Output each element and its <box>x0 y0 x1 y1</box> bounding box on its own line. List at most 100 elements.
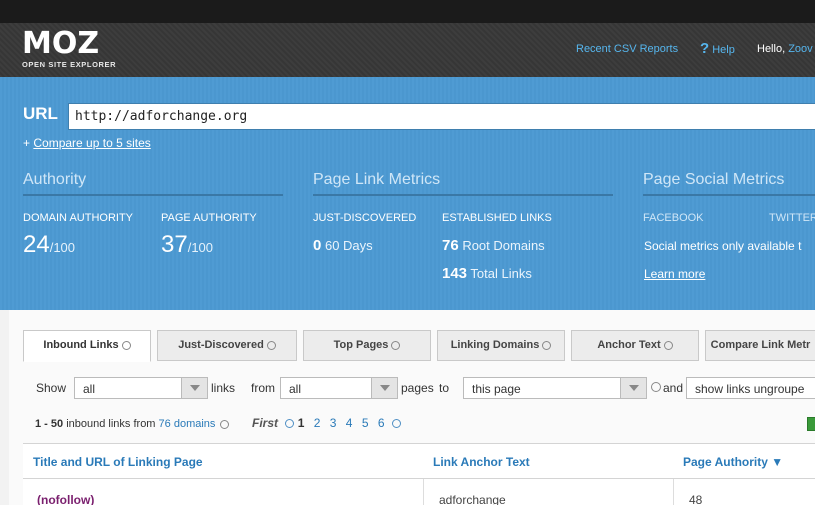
browser-top-strip <box>0 0 815 23</box>
tab-top-pages[interactable]: Top Pages <box>303 330 431 361</box>
link-type-select[interactable]: all <box>74 377 208 399</box>
domain-authority-value: 24/100 <box>23 231 75 259</box>
filter-to-label: to <box>439 381 450 395</box>
select-value: all <box>83 382 96 396</box>
just-discovered-label: JUST-DISCOVERED <box>313 212 417 224</box>
root-number: 76 <box>442 237 459 254</box>
established-links-label: ESTABLISHED LINKS <box>442 212 552 224</box>
pa-number: 37 <box>161 231 188 258</box>
compare-sites-link[interactable]: Compare up to 5 sites <box>33 136 150 150</box>
page-link-6[interactable]: 6 <box>378 416 385 430</box>
chevron-down-icon <box>181 378 207 398</box>
col-title-url[interactable]: Title and URL of Linking Page <box>33 455 203 469</box>
tab-label: Linking Domains <box>450 339 540 351</box>
user-greeting: Hello, Zoov <box>757 43 813 55</box>
grouping-select[interactable]: show links ungroupe <box>686 377 815 399</box>
help-label: Help <box>712 44 735 56</box>
page-source-select[interactable]: all <box>280 377 398 399</box>
username-link[interactable]: Zoov <box>788 43 812 55</box>
compare-plus: + <box>23 136 31 150</box>
social-note: Social metrics only available t <box>644 239 802 253</box>
row-title[interactable]: (nofollow) <box>37 493 94 505</box>
just-discovered-value: 0 60 Days <box>313 237 373 254</box>
column-divider <box>673 479 674 505</box>
filter-show-label: Show <box>36 381 67 395</box>
da-number: 24 <box>23 231 50 258</box>
logo-text: MOZ <box>22 26 100 61</box>
sort-desc-icon: ▼ <box>771 455 784 469</box>
authority-section: Authority <box>23 171 283 196</box>
moz-logo[interactable]: MOZ OPEN SITE EXPLORER <box>22 26 117 70</box>
info-icon[interactable] <box>542 340 552 350</box>
facebook-label: FACEBOOK <box>643 212 704 224</box>
col-page-authority[interactable]: Page Authority ▼ <box>683 455 783 469</box>
tab-label: Anchor Text <box>597 339 661 351</box>
tab-just-discovered[interactable]: Just-Discovered <box>157 330 297 361</box>
url-input[interactable]: http://adforchange.org <box>68 103 815 130</box>
compare-sites: + Compare up to 5 sites <box>23 136 151 150</box>
row-page-authority: 48 <box>689 493 703 505</box>
page-link-metrics-section: Page Link Metrics <box>313 171 613 196</box>
help-icon: ? <box>700 40 710 57</box>
pa-max: /100 <box>187 240 214 255</box>
hello-text: Hello, <box>757 43 786 55</box>
first-page-link[interactable]: First <box>252 416 278 430</box>
logo-subtitle: OPEN SITE EXPLORER <box>22 60 117 69</box>
page-link-2[interactable]: 2 <box>314 416 321 430</box>
pagination: First 1 2 3 4 5 6 <box>252 416 401 430</box>
tab-label: Top Pages <box>333 339 389 351</box>
page-link-1[interactable]: 1 <box>298 416 305 430</box>
da-max: /100 <box>49 240 76 255</box>
next-page-icon[interactable] <box>391 419 401 429</box>
authority-title: Authority <box>23 171 283 196</box>
total-unit: Total Links <box>470 266 532 281</box>
info-icon[interactable] <box>266 340 276 350</box>
url-label: URL <box>23 104 58 123</box>
table-header: Title and URL of Linking Page Link Ancho… <box>23 443 815 479</box>
filter-and-label: and <box>663 381 684 395</box>
table-row[interactable]: (nofollow) adforchange 48 <box>23 479 815 505</box>
page-link-5[interactable]: 5 <box>362 416 369 430</box>
page-social-metrics-section: Page Social Metrics <box>643 171 815 196</box>
page-link-metrics-title: Page Link Metrics <box>313 171 613 196</box>
domains-link[interactable]: 76 domains <box>159 418 216 430</box>
root-domains-value: 76 Root Domains <box>442 237 545 254</box>
tab-label: Compare Link Metr <box>710 339 811 351</box>
page-authority-label: PAGE AUTHORITY <box>161 212 257 224</box>
help-link[interactable]: ? Help <box>700 40 735 57</box>
recent-csv-reports-link[interactable]: Recent CSV Reports <box>576 43 678 55</box>
tab-inbound-links[interactable]: Inbound Links <box>23 330 151 362</box>
select-value: show links ungroupe <box>695 382 805 396</box>
info-icon[interactable] <box>391 340 401 350</box>
tab-compare-link-metrics[interactable]: Compare Link Metr <box>705 330 815 361</box>
tab-linking-domains[interactable]: Linking Domains <box>437 330 565 361</box>
select-value: this page <box>472 382 521 396</box>
col-anchor-text[interactable]: Link Anchor Text <box>433 455 530 469</box>
page-social-metrics-title: Page Social Metrics <box>643 171 815 196</box>
chevron-down-icon <box>371 378 397 398</box>
results-range: 1 - 50 <box>35 418 64 430</box>
links-panel: Inbound Links Just-Discovered Top Pages … <box>9 310 815 505</box>
twitter-label: TWITTER <box>769 212 815 224</box>
filter-from-label: from <box>251 381 275 395</box>
info-icon[interactable] <box>663 340 673 350</box>
page-link-3[interactable]: 3 <box>330 416 337 430</box>
jd-unit: 60 Days <box>324 238 373 253</box>
export-csv-icon[interactable] <box>807 417 815 431</box>
page-link-4[interactable]: 4 <box>346 416 353 430</box>
jd-number: 0 <box>313 237 322 254</box>
filter-links-label: links <box>211 381 236 395</box>
tab-anchor-text[interactable]: Anchor Text <box>571 330 699 361</box>
info-icon[interactable] <box>220 419 230 429</box>
page-authority-value: 37/100 <box>161 231 213 259</box>
prev-page-icon[interactable] <box>285 419 295 429</box>
root-unit: Root Domains <box>462 238 545 253</box>
filter-pages-label: pages <box>401 381 434 395</box>
target-select[interactable]: this page <box>463 377 647 399</box>
info-icon[interactable] <box>121 340 131 350</box>
select-value: all <box>289 382 302 396</box>
learn-more-link[interactable]: Learn more <box>644 267 705 281</box>
total-links-value: 143 Total Links <box>442 265 532 282</box>
tab-label: Inbound Links <box>43 339 119 351</box>
info-icon[interactable] <box>651 382 661 392</box>
